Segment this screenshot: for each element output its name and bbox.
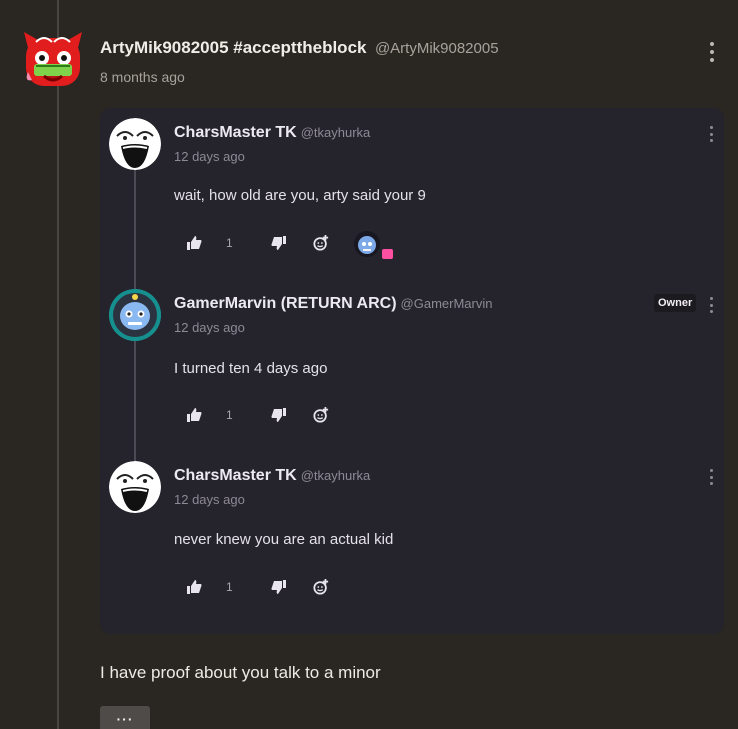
like-icon[interactable] bbox=[186, 235, 202, 251]
reply-3-handle[interactable]: @tkayhurka bbox=[301, 468, 371, 483]
reply-2-author[interactable]: GamerMarvin (RETURN ARC) @GamerMarvin bbox=[174, 295, 492, 313]
trollface-avatar-icon bbox=[109, 118, 161, 170]
like-count: 1 bbox=[226, 236, 233, 250]
post-header: ArtyMik9082005 #accepttheblock @ArtyMik9… bbox=[100, 38, 499, 58]
post-body-text: I have proof about you talk to a minor bbox=[100, 663, 381, 682]
post-more-options-icon[interactable] bbox=[709, 42, 715, 62]
like-count: 1 bbox=[226, 408, 233, 422]
thread-line bbox=[57, 0, 59, 729]
reply-1-text: wait, how old are you, arty said your 9 bbox=[174, 187, 426, 204]
add-reaction-icon[interactable] bbox=[313, 235, 329, 251]
reply-2-timestamp[interactable]: 12 days ago bbox=[174, 320, 245, 335]
reply-3-timestamp[interactable]: 12 days ago bbox=[174, 492, 245, 507]
reply-2-avatar[interactable] bbox=[109, 289, 161, 341]
add-reaction-icon[interactable] bbox=[313, 407, 329, 423]
reply-1-timestamp[interactable]: 12 days ago bbox=[174, 149, 245, 164]
reply-2-text: I turned ten 4 days ago bbox=[174, 360, 328, 377]
reply-3-more-options-icon[interactable] bbox=[708, 469, 714, 485]
add-reaction-icon[interactable] bbox=[313, 579, 329, 595]
reply-1-more-options-icon[interactable] bbox=[708, 126, 714, 142]
reply-3-text: never knew you are an actual kid bbox=[174, 531, 394, 548]
owner-badge: Owner bbox=[654, 294, 697, 312]
reply-1-handle[interactable]: @tkayhurka bbox=[301, 125, 371, 140]
dislike-icon[interactable] bbox=[271, 579, 287, 595]
reply-2-author-name[interactable]: GamerMarvin (RETURN ARC) bbox=[174, 295, 397, 312]
reply-2-actions: 1 bbox=[186, 407, 329, 423]
like-icon[interactable] bbox=[186, 407, 202, 423]
red-creature-avatar-icon bbox=[24, 32, 82, 86]
post-author-name[interactable]: ArtyMik9082005 #accepttheblock bbox=[100, 38, 366, 57]
trollface-avatar-icon bbox=[109, 461, 161, 513]
robot-avatar-icon bbox=[109, 289, 161, 341]
robot-avatar-icon bbox=[358, 236, 376, 254]
post-author-handle[interactable]: @ArtyMik9082005 bbox=[375, 40, 499, 57]
reply-2-more-options-icon[interactable] bbox=[708, 297, 714, 313]
like-count: 1 bbox=[226, 580, 233, 594]
reply-1-actions: 1 bbox=[186, 235, 329, 251]
reply-3-actions: 1 bbox=[186, 579, 329, 595]
dislike-icon[interactable] bbox=[271, 407, 287, 423]
reaction-avatar[interactable] bbox=[354, 231, 380, 257]
dislike-icon[interactable] bbox=[271, 235, 287, 251]
more-options-button[interactable]: ··· bbox=[100, 706, 150, 729]
heart-reaction-icon bbox=[382, 249, 393, 259]
avatar[interactable] bbox=[22, 28, 84, 90]
reply-2-handle[interactable]: @GamerMarvin bbox=[401, 296, 493, 311]
post-timestamp[interactable]: 8 months ago bbox=[100, 69, 185, 85]
reply-1-author-name[interactable]: CharsMaster TK bbox=[174, 124, 297, 141]
reply-3-avatar[interactable] bbox=[109, 461, 161, 513]
reply-3-author-name[interactable]: CharsMaster TK bbox=[174, 467, 297, 484]
reply-1-avatar[interactable] bbox=[109, 118, 161, 170]
reply-1-author[interactable]: CharsMaster TK @tkayhurka bbox=[174, 124, 370, 142]
like-icon[interactable] bbox=[186, 579, 202, 595]
reply-3-author[interactable]: CharsMaster TK @tkayhurka bbox=[174, 467, 370, 485]
